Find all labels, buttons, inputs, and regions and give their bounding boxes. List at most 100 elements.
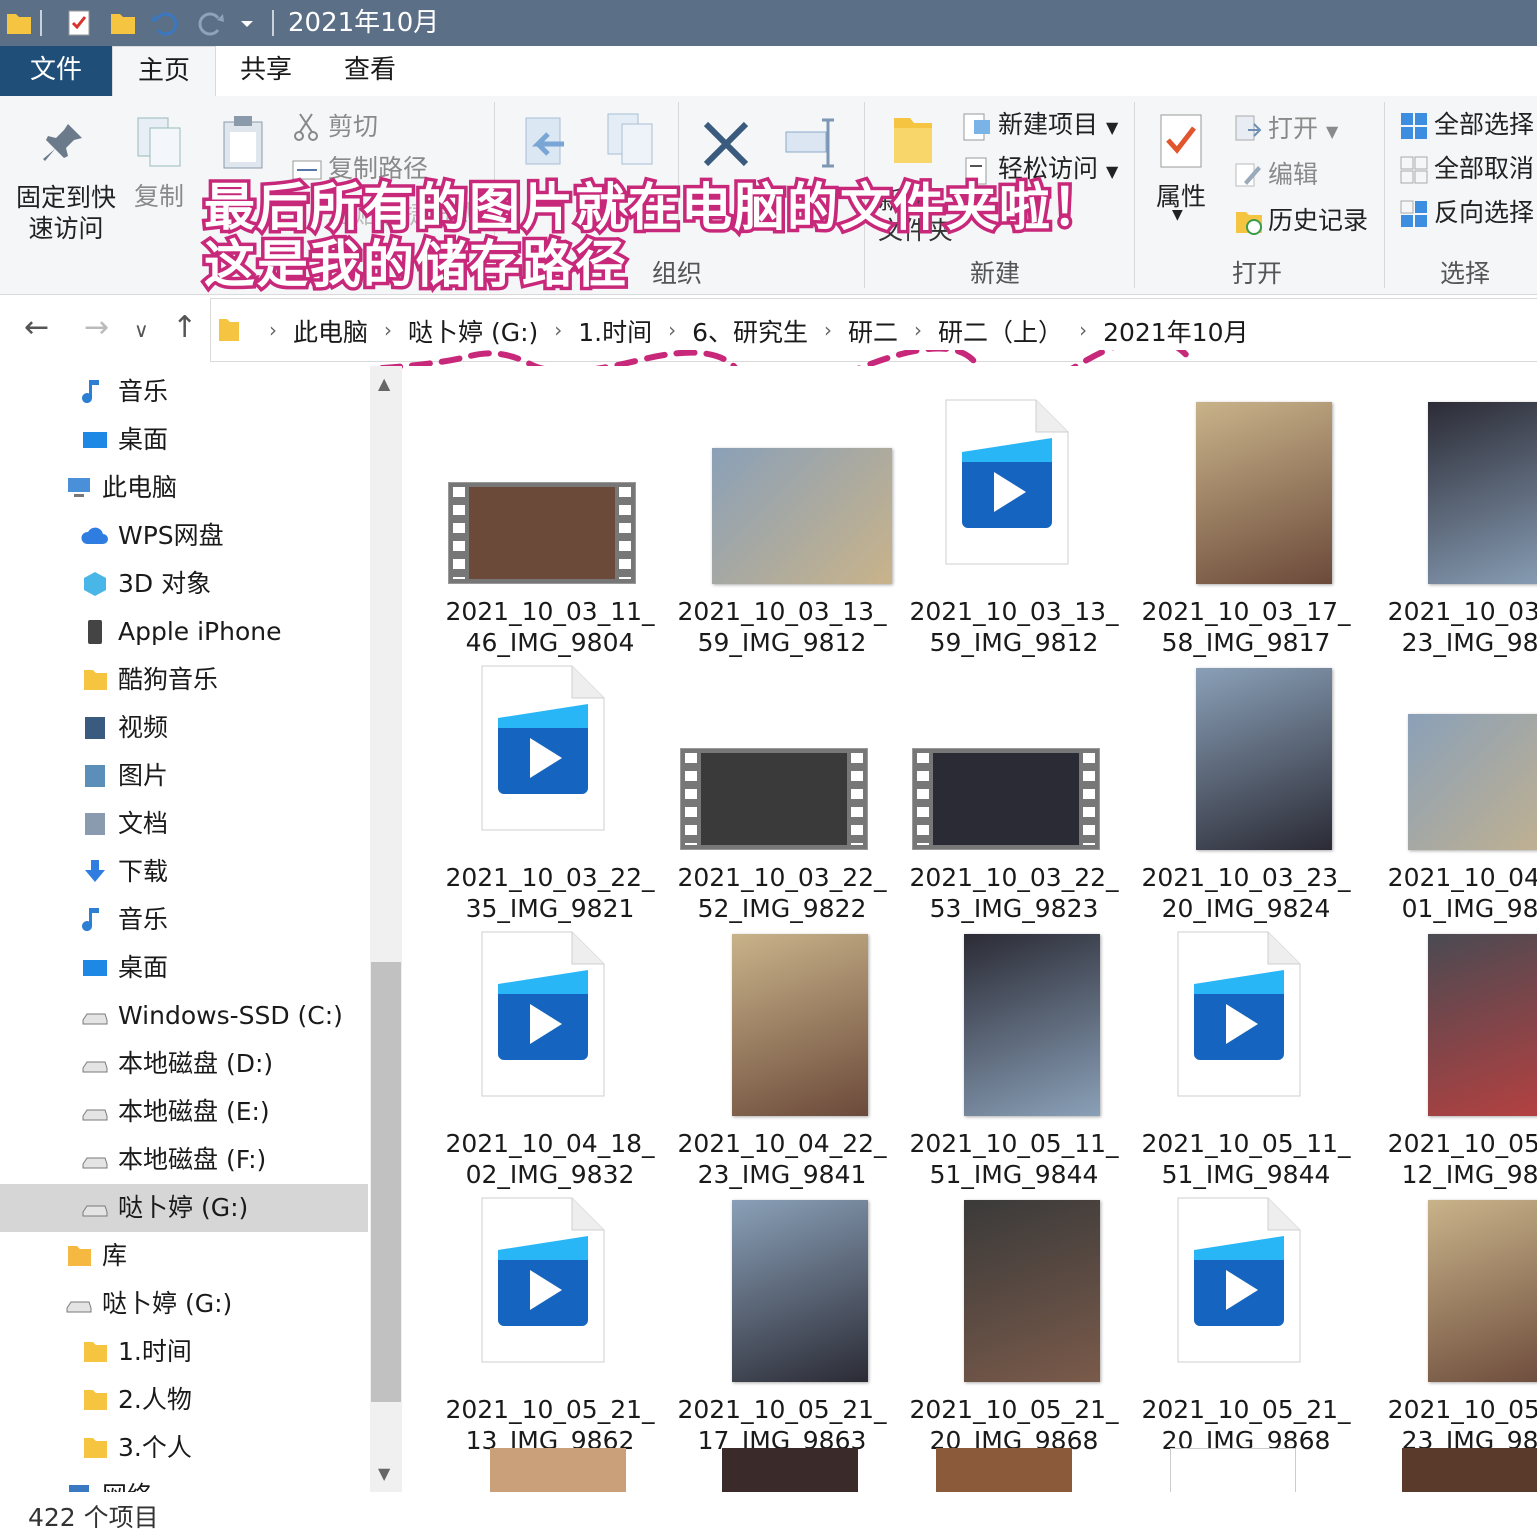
- breadcrumb-item[interactable]: 研二: [842, 313, 904, 349]
- sidebar-item[interactable]: 视频: [0, 704, 368, 752]
- copy-button[interactable]: 复制: [134, 182, 184, 212]
- file-item[interactable]: 2021_10_03_13_ 59_IMG_9812: [666, 382, 898, 657]
- scroll-up-icon[interactable]: ▲: [378, 374, 390, 393]
- navigation-pane-scrollbar[interactable]: ▲ ▼: [370, 366, 402, 1492]
- file-item[interactable]: 2021_10_05_11_ 51_IMG_9844: [898, 914, 1130, 1189]
- breadcrumb-separator-icon[interactable]: ›: [904, 313, 932, 349]
- breadcrumb-item[interactable]: 研二（上）: [932, 313, 1069, 349]
- file-item[interactable]: 2021_10_05_112_IMG_985: [1362, 914, 1537, 1189]
- file-item[interactable]: 2021_10_05_223_IMG_986: [1362, 1180, 1537, 1455]
- sidebar-item[interactable]: 3D 对象: [0, 560, 368, 608]
- breadcrumb-separator-icon[interactable]: ›: [1069, 313, 1097, 349]
- select-none-button[interactable]: 全部取消: [1434, 154, 1534, 184]
- breadcrumb-separator-icon[interactable]: ›: [259, 313, 287, 349]
- redo-icon[interactable]: [196, 8, 226, 38]
- edit-button[interactable]: 编辑: [1268, 160, 1318, 190]
- cut-button[interactable]: 剪切: [328, 112, 378, 142]
- properties-icon[interactable]: [64, 8, 94, 38]
- select-all-button[interactable]: 全部选择: [1434, 110, 1534, 140]
- video-file-icon[interactable]: [1170, 1448, 1296, 1492]
- sidebar-item[interactable]: 本地磁盘 (E:): [0, 1088, 368, 1136]
- new-item-button[interactable]: 新建项目 ▼: [998, 110, 1118, 143]
- file-item[interactable]: 2021_10_03_23_ 20_IMG_9824: [1130, 648, 1362, 923]
- file-item[interactable]: 2021_10_05_21_ 13_IMG_9862: [434, 1180, 666, 1455]
- sidebar-item[interactable]: 2.人物: [0, 1376, 368, 1424]
- breadcrumb-separator-icon[interactable]: ›: [658, 313, 686, 349]
- file-item[interactable]: 2021_10_03_22_ 52_IMG_9822: [666, 648, 898, 923]
- file-item[interactable]: 2021_10_03_22_ 35_IMG_9821: [434, 648, 666, 923]
- file-item[interactable]: 2021_10_03_17_ 58_IMG_9817: [1130, 382, 1362, 657]
- photo-thumbnail[interactable]: [1402, 1448, 1537, 1492]
- file-item[interactable]: 2021_10_05_21_ 20_IMG_9868: [1130, 1180, 1362, 1455]
- folder-icon[interactable]: [4, 8, 34, 38]
- file-item[interactable]: 2021_10_03_22_ 53_IMG_9823: [898, 648, 1130, 923]
- sidebar-item[interactable]: 酷狗音乐: [0, 656, 368, 704]
- invert-selection-button[interactable]: 反向选择: [1434, 198, 1534, 228]
- new-folder-icon[interactable]: [108, 8, 138, 38]
- scroll-down-icon[interactable]: ▼: [378, 1464, 390, 1483]
- sidebar-item[interactable]: 哒卜婷 (G:): [0, 1280, 368, 1328]
- sidebar-item[interactable]: 哒卜婷 (G:): [0, 1184, 368, 1232]
- file-item[interactable]: 2021_10_05_11_ 51_IMG_9844: [1130, 914, 1362, 1189]
- chevron-down-icon[interactable]: ▼: [1172, 200, 1183, 230]
- file-item[interactable]: 2021_10_05_21_ 20_IMG_9868: [898, 1180, 1130, 1455]
- sidebar-item[interactable]: 桌面: [0, 416, 368, 464]
- sidebar-item[interactable]: 网络: [0, 1472, 368, 1492]
- back-arrow-icon[interactable]: ←: [24, 310, 49, 345]
- breadcrumb-separator-icon[interactable]: ›: [814, 313, 842, 349]
- breadcrumb-item[interactable]: 哒卜婷 (G:): [402, 313, 544, 349]
- breadcrumb-item[interactable]: 6、研究生: [686, 313, 814, 349]
- file-item[interactable]: 2021_10_04_18_ 02_IMG_9832: [434, 914, 666, 1189]
- breadcrumb-item[interactable]: 此电脑: [287, 313, 374, 349]
- paste-shortcut-button[interactable]: 粘贴快捷方式: [328, 200, 478, 230]
- photo-thumbnail[interactable]: [722, 1448, 858, 1492]
- breadcrumb-separator-icon[interactable]: ›: [544, 313, 572, 349]
- file-item[interactable]: 2021_10_05_21_ 17_IMG_9863: [666, 1180, 898, 1455]
- tab-share[interactable]: 共享: [214, 46, 318, 96]
- pin-quick-access-button[interactable]: 固定到快 速访问: [16, 182, 116, 244]
- sidebar-item[interactable]: 1.时间: [0, 1328, 368, 1376]
- sidebar-item-label: 哒卜婷 (G:): [102, 1289, 233, 1318]
- tab-file[interactable]: 文件: [0, 46, 112, 96]
- sidebar-item[interactable]: 此电脑: [0, 464, 368, 512]
- sidebar-item[interactable]: Windows-SSD (C:): [0, 992, 368, 1040]
- sidebar-item[interactable]: 文档: [0, 800, 368, 848]
- sidebar-item[interactable]: 音乐: [0, 896, 368, 944]
- sidebar-item[interactable]: 下载: [0, 848, 368, 896]
- breadcrumb-item[interactable]: 2021年10月: [1097, 313, 1254, 349]
- photo-thumbnail: [964, 1200, 1100, 1382]
- chevron-down-icon[interactable]: [236, 8, 258, 38]
- sidebar-item[interactable]: WPS网盘: [0, 512, 368, 560]
- sidebar-item[interactable]: Apple iPhone: [0, 608, 368, 656]
- scroll-thumb[interactable]: [371, 962, 401, 1402]
- sidebar-item[interactable]: 本地磁盘 (D:): [0, 1040, 368, 1088]
- computer-icon: [68, 478, 90, 497]
- tab-view[interactable]: 查看: [318, 46, 422, 96]
- file-item[interactable]: 2021_10_03_223_IMG_981: [1362, 382, 1537, 657]
- history-button[interactable]: 历史记录: [1268, 206, 1368, 236]
- copy-path-button[interactable]: 复制路径: [328, 154, 428, 184]
- cube-icon: [84, 572, 106, 596]
- photo-thumbnail[interactable]: [490, 1448, 626, 1492]
- breadcrumb-separator-icon[interactable]: ›: [374, 313, 402, 349]
- sidebar-item[interactable]: 库: [0, 1232, 368, 1280]
- sidebar-item[interactable]: 本地磁盘 (F:): [0, 1136, 368, 1184]
- tab-home[interactable]: 主页: [112, 46, 216, 97]
- recent-locations-chevron-icon[interactable]: ∨: [134, 318, 149, 342]
- file-item[interactable]: 2021_10_03_13_ 59_IMG_9812: [898, 382, 1130, 657]
- sidebar-item[interactable]: 桌面: [0, 944, 368, 992]
- undo-icon[interactable]: [150, 8, 180, 38]
- open-button[interactable]: 打开 ▼: [1268, 114, 1338, 147]
- file-item[interactable]: 2021_10_03_11_ 46_IMG_9804: [434, 382, 666, 657]
- easy-access-button[interactable]: 轻松访问 ▼: [998, 154, 1118, 187]
- file-item[interactable]: 2021_10_04_101_IMG_983: [1362, 648, 1537, 923]
- sidebar-item[interactable]: 3.个人: [0, 1424, 368, 1472]
- sidebar-item[interactable]: 音乐: [0, 368, 368, 416]
- file-item[interactable]: 2021_10_04_22_ 23_IMG_9841: [666, 914, 898, 1189]
- forward-arrow-icon[interactable]: →: [84, 310, 109, 345]
- breadcrumb-item[interactable]: 1.时间: [572, 313, 658, 349]
- up-arrow-icon[interactable]: ↑: [172, 310, 197, 345]
- sidebar-item[interactable]: 图片: [0, 752, 368, 800]
- photo-thumbnail[interactable]: [936, 1448, 1072, 1492]
- new-folder-button[interactable]: 新建 文件夹: [878, 186, 953, 246]
